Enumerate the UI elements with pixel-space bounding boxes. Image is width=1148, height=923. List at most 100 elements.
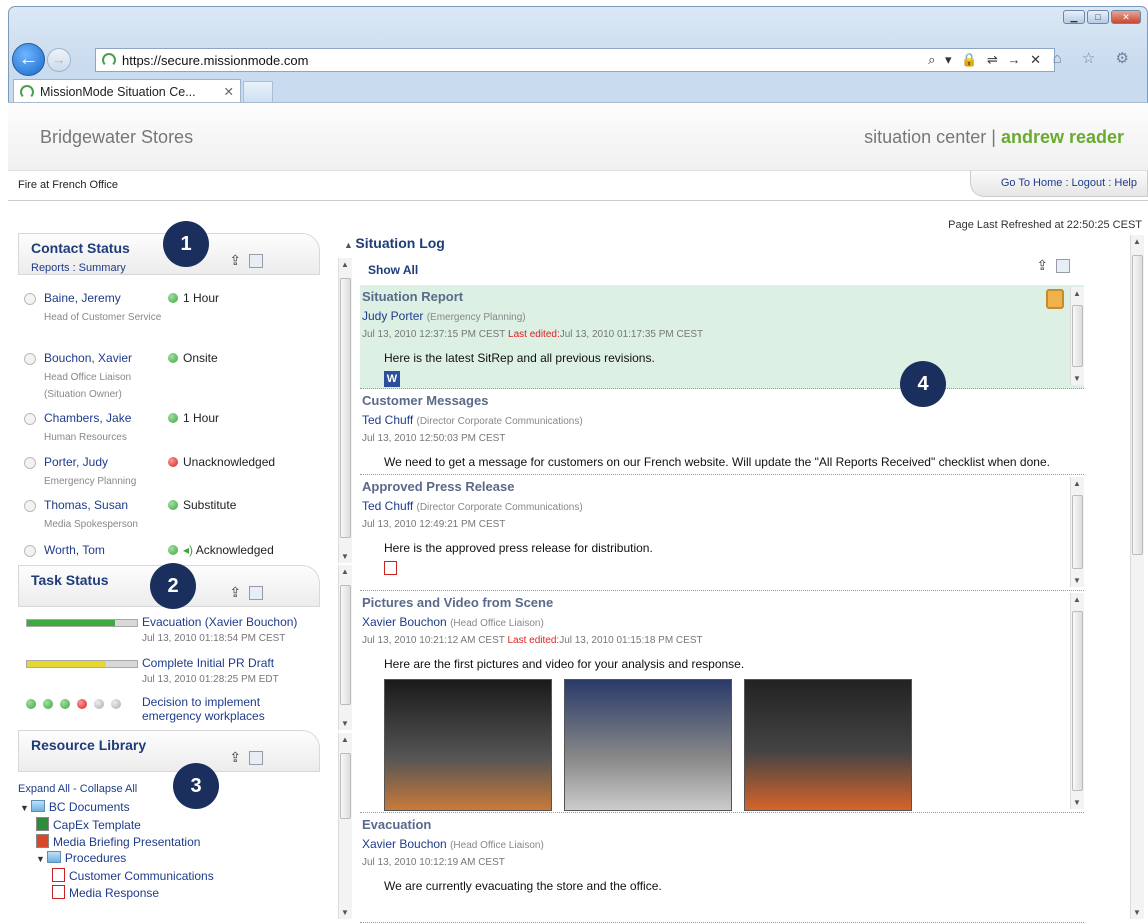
reports-summary-link[interactable]: Reports : Summary <box>31 262 126 274</box>
entry-scrollbar[interactable]: ▲ ▼ <box>1070 477 1084 587</box>
contact-name[interactable]: Chambers, Jake <box>44 411 131 425</box>
library-item-label[interactable]: Procedures <box>65 851 126 865</box>
popout-icon[interactable]: ⇪ <box>1036 257 1050 273</box>
home-favorites-settings-icon[interactable]: ⌂ ☆ ⚙ <box>1053 49 1137 67</box>
task-title[interactable]: Evacuation (Xavier Bouchon) <box>142 615 316 629</box>
contact-row[interactable]: Baine, Jeremy Head of Customer Service 1 H… <box>18 291 318 333</box>
log-entry-author[interactable]: Ted Chuff (Director Corporate Communicat… <box>362 413 583 427</box>
scroll-up-icon[interactable]: ▲ <box>1073 595 1081 604</box>
scroll-down-icon[interactable]: ▼ <box>1073 374 1081 383</box>
author-name[interactable]: Xavier Bouchon <box>362 837 447 851</box>
scroll-thumb[interactable] <box>1072 611 1083 791</box>
minimize-button[interactable]: ▁ <box>1063 10 1085 24</box>
url-text[interactable]: https://secure.missionmode.com <box>122 53 308 68</box>
expand-collapse-link[interactable]: Expand All - Collapse All <box>18 783 137 795</box>
contact-row[interactable]: Chambers, Jake Human Resources 1 Hour <box>18 411 318 453</box>
log-entry-author[interactable]: Xavier Bouchon (Head Office Liaison) <box>362 615 544 629</box>
log-entry-author[interactable]: Xavier Bouchon (Head Office Liaison) <box>362 837 544 851</box>
library-item-label[interactable]: Customer Communications <box>69 869 214 883</box>
scroll-up-icon[interactable]: ▲ <box>1073 479 1081 488</box>
entry-scrollbar[interactable]: ▲ ▼ <box>1070 593 1084 809</box>
contact-name[interactable]: Bouchon, Xavier <box>44 351 132 365</box>
log-entry-title[interactable]: Approved Press Release <box>362 479 514 494</box>
log-entry-title[interactable]: Situation Report <box>362 289 463 304</box>
contact-status-label: Substitute <box>183 498 237 512</box>
expand-triangle-icon[interactable]: ▼ <box>20 803 29 813</box>
library-item[interactable]: ▼ BC Documents <box>20 800 130 814</box>
task-title[interactable]: Decision to implement emergency workplac… <box>142 695 316 723</box>
contact-name[interactable]: Baine, Jeremy <box>44 291 121 305</box>
contact-row[interactable]: Worth, Tom ◂) Acknowledged <box>18 543 318 559</box>
task-row[interactable]: Complete Initial PR Draft Jul 13, 2010 01… <box>26 656 316 692</box>
log-entry-title[interactable]: Evacuation <box>362 817 431 832</box>
forward-button[interactable]: → <box>47 48 71 72</box>
zoom-icon[interactable] <box>249 254 263 269</box>
scene-photo[interactable] <box>564 679 732 811</box>
scroll-down-icon[interactable]: ▼ <box>1133 908 1141 917</box>
zoom-icon[interactable] <box>249 751 263 766</box>
last-edited-date: Jul 13, 2010 01:17:35 PM CEST <box>559 329 704 340</box>
address-tools-icon[interactable]: ⌕ ▾ 🔒 ⇌ → ✕ <box>928 52 1044 68</box>
top-links[interactable]: Go To Home : Logout : Help <box>969 171 1148 197</box>
person-icon <box>24 545 36 557</box>
expand-triangle-icon[interactable]: ▼ <box>36 854 45 864</box>
scene-photo[interactable] <box>384 679 552 811</box>
log-entry-author[interactable]: Judy Porter (Emergency Planning) <box>362 309 526 323</box>
contact-row[interactable]: Bouchon, Xavier Head Office Liaison (Situ… <box>18 351 318 409</box>
folder-icon <box>30 800 45 812</box>
library-item-label[interactable]: Media Response <box>69 886 159 900</box>
library-item[interactable]: Media Response <box>52 885 159 900</box>
scroll-thumb[interactable] <box>1072 305 1083 367</box>
library-item[interactable]: CapEx Template <box>36 817 141 832</box>
show-all-link[interactable]: Show All <box>368 263 418 277</box>
page-scrollbar[interactable]: ▲ ▼ <box>1130 235 1144 919</box>
log-entry-author[interactable]: Ted Chuff (Director Corporate Communicat… <box>362 499 583 513</box>
log-entry-title[interactable]: Customer Messages <box>362 393 488 408</box>
tab-missionmode[interactable]: MissionMode Situation Ce... ✕ <box>13 79 241 103</box>
new-tab-button[interactable] <box>243 81 273 103</box>
task-row[interactable]: Evacuation (Xavier Bouchon) Jul 13, 2010 … <box>26 615 316 651</box>
contact-role: Head of Customer Service <box>44 312 162 323</box>
scroll-up-icon[interactable]: ▲ <box>1073 289 1081 298</box>
scroll-thumb[interactable] <box>1072 495 1083 569</box>
author-name[interactable]: Xavier Bouchon <box>362 615 447 629</box>
task-title[interactable]: Complete Initial PR Draft <box>142 656 316 670</box>
log-entry-title[interactable]: Pictures and Video from Scene <box>362 595 553 610</box>
popout-icon[interactable]: ⇪ <box>229 584 243 600</box>
popout-icon[interactable]: ⇪ <box>229 252 243 268</box>
collapse-icon[interactable]: ▲ <box>344 240 355 250</box>
scroll-down-icon[interactable]: ▼ <box>1073 576 1081 585</box>
contact-row[interactable]: Thomas, Susan Media Spokesperson Substitut… <box>18 498 318 540</box>
library-item-label[interactable]: CapEx Template <box>53 818 141 832</box>
word-doc-icon[interactable]: W <box>384 371 400 387</box>
scroll-up-icon[interactable]: ▲ <box>1133 237 1141 246</box>
library-item[interactable]: Customer Communications <box>52 868 214 883</box>
task-row[interactable]: Decision to implement emergency workplac… <box>26 695 316 731</box>
tab-close-icon[interactable]: ✕ <box>224 84 234 99</box>
author-name[interactable]: Judy Porter <box>362 309 423 323</box>
scroll-down-icon[interactable]: ▼ <box>1073 798 1081 807</box>
close-window-button[interactable]: ✕ <box>1111 10 1141 24</box>
author-name[interactable]: Ted Chuff <box>362 413 413 427</box>
popout-icon[interactable]: ⇪ <box>229 749 243 765</box>
library-item-label[interactable]: BC Documents <box>49 800 130 814</box>
scene-photo[interactable] <box>744 679 912 811</box>
tab-title[interactable]: MissionMode Situation Ce... <box>40 85 196 99</box>
contact-name[interactable]: Porter, Judy <box>44 455 108 469</box>
contact-name[interactable]: Thomas, Susan <box>44 498 128 512</box>
library-item[interactable]: ▼ Procedures <box>36 851 126 865</box>
callout-badge-3: 3 <box>173 763 219 809</box>
contact-name[interactable]: Worth, Tom <box>44 543 105 557</box>
pdf-file-icon[interactable] <box>384 561 397 575</box>
address-bar[interactable]: https://secure.missionmode.com ⌕ ▾ 🔒 ⇌ →… <box>95 48 1055 72</box>
contact-row[interactable]: Porter, Judy Emergency Planning Unacknowle… <box>18 455 318 497</box>
author-name[interactable]: Ted Chuff <box>362 499 413 513</box>
entry-scrollbar[interactable]: ▲ ▼ <box>1070 287 1084 385</box>
library-item[interactable]: Media Briefing Presentation <box>36 834 200 849</box>
scroll-thumb[interactable] <box>1132 255 1143 555</box>
zoom-icon[interactable] <box>1056 259 1070 274</box>
zoom-icon[interactable] <box>249 586 263 601</box>
back-button[interactable]: ← <box>12 43 45 76</box>
maximize-button[interactable]: □ <box>1087 10 1109 24</box>
library-item-label[interactable]: Media Briefing Presentation <box>53 835 200 849</box>
